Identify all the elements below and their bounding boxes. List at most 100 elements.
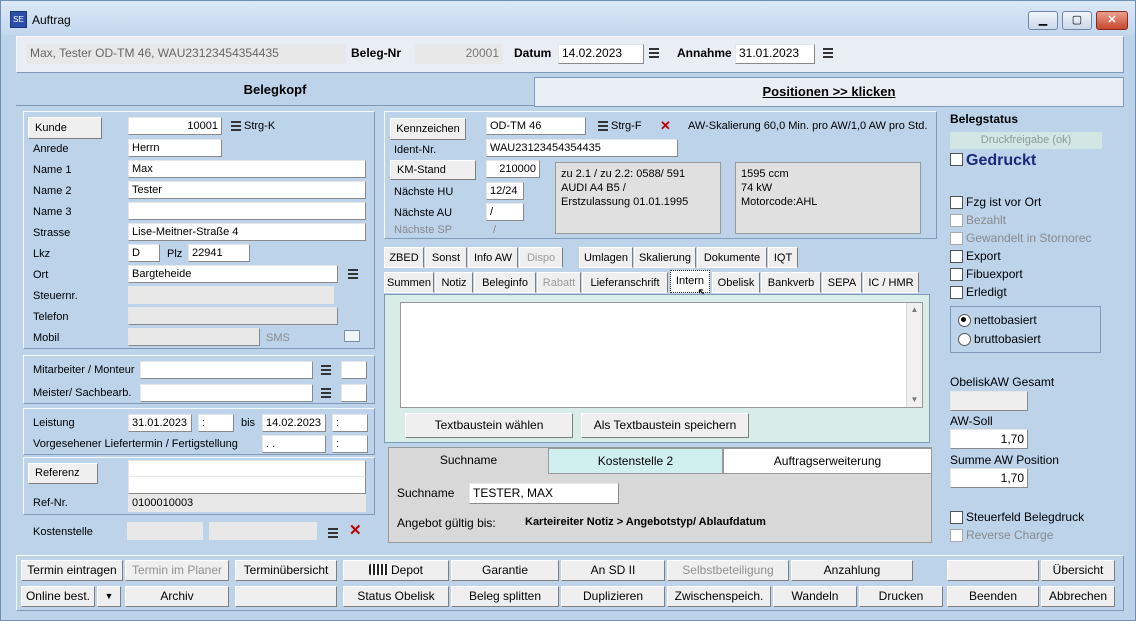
empty-button[interactable] <box>235 586 337 607</box>
referenz-field-2[interactable] <box>128 476 366 494</box>
ident-field[interactable]: WAU23123454354435 <box>486 139 678 157</box>
tab-lieferanschrift[interactable]: Lieferanschrift <box>582 272 668 293</box>
export-checkbox[interactable]: Export <box>950 249 1001 263</box>
anrede-field[interactable]: Herrn <box>128 139 222 157</box>
reverse-charge-checkbox[interactable]: Reverse Charge <box>950 528 1053 542</box>
selbstbeteiligung-button[interactable]: Selbstbeteiligung <box>667 560 789 581</box>
intern-textarea[interactable]: ▲ ▼ <box>400 302 923 408</box>
kunde-list-icon[interactable] <box>231 121 241 131</box>
archiv-button[interactable]: Archiv <box>125 586 229 607</box>
an-sd2-button[interactable]: An SD II <box>561 560 665 581</box>
sms-label[interactable]: SMS <box>266 332 290 344</box>
nettobasiert-radio[interactable]: nettobasiert <box>958 313 1037 327</box>
tab-skalierung[interactable]: Skalierung <box>634 247 696 268</box>
leistung-from-time[interactable]: : <box>198 414 234 432</box>
tab-beleginfo[interactable]: Beleginfo <box>474 272 536 293</box>
liefertermin-date[interactable]: . . <box>262 435 326 453</box>
blank-toolbar-button[interactable] <box>947 560 1039 581</box>
annahme-field[interactable]: 31.01.2023 <box>735 44 815 64</box>
tab-suchname[interactable]: Suchname <box>389 448 548 474</box>
abbrechen-button[interactable]: Abbrechen <box>1041 586 1115 607</box>
online-dropdown-chevron-icon[interactable]: ▼ <box>97 586 121 607</box>
tab-ic-hmr[interactable]: IC / HMR <box>863 272 919 293</box>
hu-field[interactable]: 12/24 <box>486 182 524 200</box>
textbaustein-speichern-button[interactable]: Als Textbaustein speichern <box>581 413 749 438</box>
tab-info-aw[interactable]: Info AW <box>468 247 518 268</box>
lkz-field[interactable]: D <box>128 244 160 262</box>
km-stand-field[interactable]: 210000 <box>486 160 540 178</box>
tab-belegkopf[interactable]: Belegkopf <box>16 77 534 105</box>
tab-rabatt[interactable]: Rabatt <box>537 272 581 293</box>
mitarbeiter-code-field[interactable] <box>341 361 367 379</box>
clear-kennzeichen-icon[interactable]: ✕ <box>660 118 671 134</box>
kennzeichen-button[interactable]: Kennzeichen <box>390 118 466 140</box>
tab-auftragserweiterung[interactable]: Auftragserweiterung <box>723 448 932 474</box>
tab-iqt[interactable]: IQT <box>768 247 798 268</box>
kunde-button[interactable]: Kunde <box>28 117 102 139</box>
datum-field[interactable]: 14.02.2023 <box>558 44 644 64</box>
tab-sepa[interactable]: SEPA <box>822 272 862 293</box>
strasse-field[interactable]: Lise-Meitner-Straße 4 <box>128 223 366 241</box>
tab-sonst[interactable]: Sonst <box>425 247 467 268</box>
referenz-button[interactable]: Referenz <box>28 463 98 484</box>
name3-field[interactable] <box>128 202 366 220</box>
tab-bankverb[interactable]: Bankverb <box>761 272 821 293</box>
annahme-list-icon[interactable] <box>823 48 833 58</box>
meister-field[interactable] <box>140 384 313 402</box>
mobil-field[interactable] <box>128 328 260 346</box>
tab-zbed[interactable]: ZBED <box>384 247 424 268</box>
scroll-up-icon[interactable]: ▲ <box>907 303 922 317</box>
bezahlt-checkbox[interactable]: Bezahlt <box>950 213 1006 227</box>
tab-positionen[interactable]: Positionen >> klicken <box>534 77 1124 107</box>
anzahlung-button[interactable]: Anzahlung <box>791 560 913 581</box>
kostenstelle-list-icon[interactable] <box>328 528 338 538</box>
telefon-field[interactable] <box>128 307 338 325</box>
ort-list-icon[interactable] <box>348 269 358 279</box>
leistung-from-field[interactable]: 31.01.2023 <box>128 414 192 432</box>
gewandelt-checkbox[interactable]: Gewandelt in Stornorec <box>950 231 1091 245</box>
plz-field[interactable]: 22941 <box>188 244 250 262</box>
termin-eintragen-button[interactable]: Termin eintragen <box>21 560 123 581</box>
close-window-button[interactable]: ✕ <box>1096 11 1128 30</box>
wandeln-button[interactable]: Wandeln <box>773 586 857 607</box>
maximize-button[interactable]: ▢ <box>1062 11 1092 30</box>
minimize-button[interactable]: ▁ <box>1028 11 1058 30</box>
beleg-splitten-button[interactable]: Beleg splitten <box>451 586 559 607</box>
steuerfeld-checkbox[interactable]: Steuerfeld Belegdruck <box>950 510 1084 524</box>
gedruckt-checkbox[interactable]: Gedruckt <box>950 152 1036 170</box>
beenden-button[interactable]: Beenden <box>947 586 1039 607</box>
zwischenspeichern-button[interactable]: Zwischenspeich. <box>667 586 771 607</box>
kunde-number-field[interactable]: 10001 <box>128 117 222 135</box>
tab-dokumente[interactable]: Dokumente <box>697 247 767 268</box>
mitarbeiter-field[interactable] <box>140 361 313 379</box>
tab-obelisk[interactable]: Obelisk <box>712 272 760 293</box>
depot-button[interactable]: Depot <box>343 560 449 581</box>
tab-notiz[interactable]: Notiz <box>435 272 473 293</box>
kostenstelle-field[interactable] <box>127 522 203 540</box>
ort-field[interactable]: Bargteheide <box>128 265 338 283</box>
textbaustein-waehlen-button[interactable]: Textbaustein wählen <box>405 413 573 438</box>
fzg-vor-ort-checkbox[interactable]: Fzg ist vor Ort <box>950 195 1041 209</box>
terminuebersicht-button[interactable]: Terminübersicht <box>235 560 337 581</box>
tab-dispo[interactable]: Dispo <box>519 247 563 268</box>
meister-code-field[interactable] <box>341 384 367 402</box>
duplizieren-button[interactable]: Duplizieren <box>561 586 665 607</box>
kennzeichen-list-icon[interactable] <box>598 121 608 131</box>
name1-field[interactable]: Max <box>128 160 366 178</box>
bruttobasiert-radio[interactable]: bruttobasiert <box>958 332 1041 346</box>
km-stand-button[interactable]: KM-Stand <box>390 160 476 180</box>
status-obelisk-button[interactable]: Status Obelisk <box>343 586 449 607</box>
tab-summen[interactable]: Summen <box>384 272 434 293</box>
meister-list-icon[interactable] <box>321 388 331 398</box>
termin-planer-button[interactable]: Termin im Planer <box>125 560 229 581</box>
online-best-button[interactable]: Online best. <box>21 586 95 607</box>
drucken-button[interactable]: Drucken <box>859 586 943 607</box>
au-field[interactable]: / <box>486 203 524 221</box>
kennzeichen-field[interactable]: OD-TM 46 <box>486 117 586 135</box>
erledigt-checkbox[interactable]: Erledigt <box>950 285 1007 299</box>
leistung-to-time[interactable]: : <box>332 414 368 432</box>
garantie-button[interactable]: Garantie <box>451 560 559 581</box>
name2-field[interactable]: Tester <box>128 181 366 199</box>
tab-umlagen[interactable]: Umlagen <box>579 247 633 268</box>
liefertermin-time[interactable]: : <box>332 435 368 453</box>
